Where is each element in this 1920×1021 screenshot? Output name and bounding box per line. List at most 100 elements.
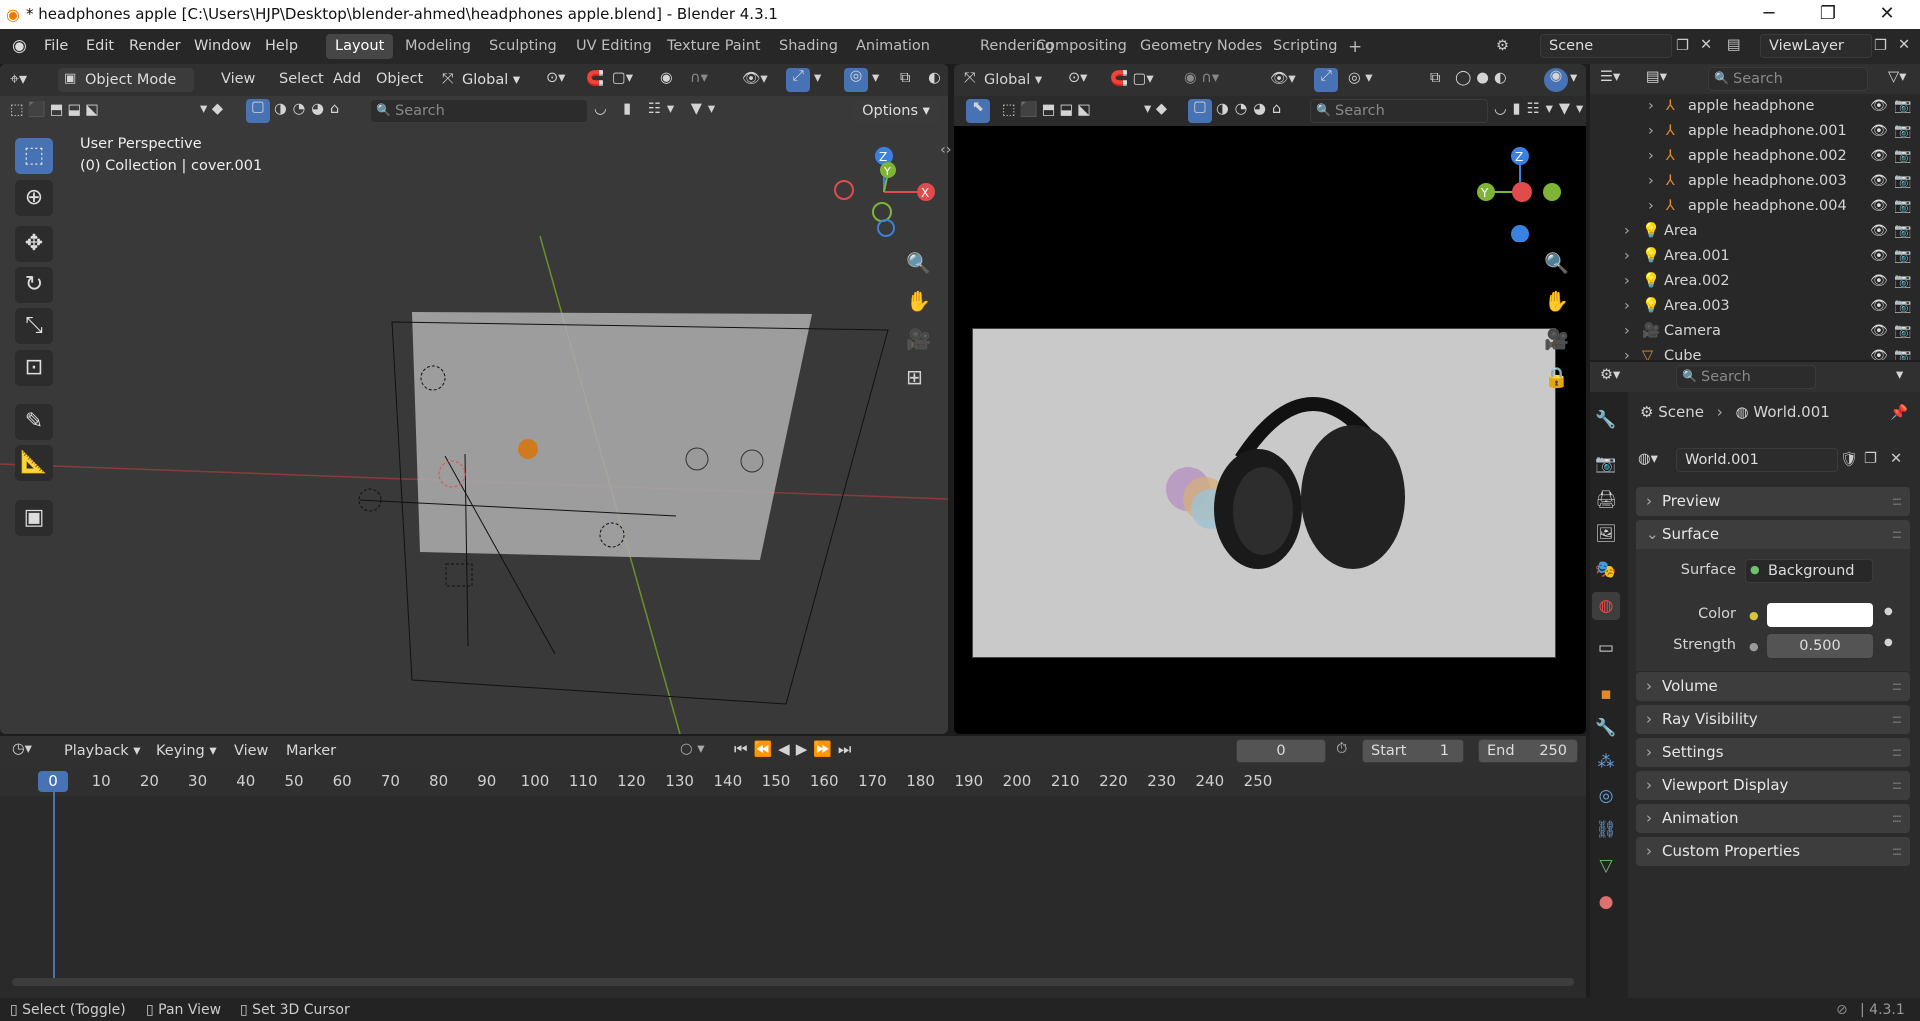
- measure-tool[interactable]: 📐: [15, 445, 53, 481]
- display-mode-icon[interactable]: ▤▾: [1646, 69, 1667, 85]
- shading-dropdown-right[interactable]: ▾: [1570, 70, 1577, 86]
- eye-icon[interactable]: 👁: [1870, 344, 1888, 360]
- keyframe-dot-icon-2[interactable]: ●: [1884, 637, 1893, 648]
- viewport-menu-add[interactable]: Add: [325, 67, 369, 92]
- keyframe-dot-icon[interactable]: ●: [1884, 606, 1893, 617]
- lock-camera-icon[interactable]: 🔒: [1544, 358, 1569, 396]
- render-camera-icon[interactable]: 📷: [1894, 219, 1911, 244]
- maximize-icon[interactable]: ❐: [1799, 0, 1857, 29]
- render-camera-icon[interactable]: 📷: [1894, 194, 1911, 219]
- selection-mode-icons-right[interactable]: ⬚⬛⬒⬓⬕: [1002, 101, 1095, 118]
- eye-icon[interactable]: 👁: [1870, 144, 1888, 169]
- output-properties-icon[interactable]: 🖨: [1592, 486, 1620, 514]
- current-frame-field[interactable]: 0: [1236, 739, 1326, 763]
- viewport-shading-icons[interactable]: ◑◔◕⌂: [274, 101, 345, 117]
- eye-icon[interactable]: 👁: [1870, 294, 1888, 319]
- outliner-row[interactable]: › ⅄ apple headphone.002 👁 📷: [1590, 144, 1920, 169]
- selection-mode-icons[interactable]: ⬚⬛⬒⬓⬕: [10, 101, 103, 118]
- menu-file[interactable]: File: [36, 34, 76, 59]
- playback-controls[interactable]: ⏮⏪◀▶⏩⏭: [734, 740, 857, 758]
- material-properties-icon[interactable]: ●: [1592, 888, 1620, 916]
- scene-properties-icon[interactable]: 🎭: [1592, 556, 1620, 584]
- delete-viewlayer-icon[interactable]: ✕: [1898, 37, 1910, 53]
- strength-field[interactable]: 0.500: [1767, 634, 1873, 658]
- add-workspace-button[interactable]: +: [1348, 37, 1362, 57]
- zoom-icon-right[interactable]: 🔍: [1544, 244, 1569, 282]
- select-tool-icon-right[interactable]: ⬉: [966, 99, 990, 123]
- overlay-toggle-icon[interactable]: ◎: [844, 68, 868, 92]
- viewport-right-search-input[interactable]: Search: [1310, 99, 1488, 123]
- viewport-left[interactable]: ⌖▾ Object Mode ▣ View Select Add Object …: [0, 64, 948, 734]
- pan-hand-icon[interactable]: ✋: [906, 282, 931, 320]
- blender-menu-icon[interactable]: ◉: [12, 36, 27, 56]
- navigation-gizmo[interactable]: Z X Y: [834, 142, 944, 242]
- delete-scene-icon[interactable]: ✕: [1700, 37, 1712, 53]
- outliner-row[interactable]: › ⅄ apple headphone 👁 📷: [1590, 94, 1920, 119]
- panel-ray-visibility[interactable]: › Ray Visibility::::: [1636, 705, 1910, 734]
- overlay-icon-right[interactable]: ◎ ▾: [1348, 70, 1373, 86]
- start-frame-field[interactable]: Start 1: [1362, 739, 1464, 763]
- orientation-selector-right[interactable]: Global ▾: [984, 68, 1056, 92]
- pivot-point-icon[interactable]: ⊙▾: [546, 70, 565, 86]
- properties-editor-icon[interactable]: ⚙▾: [1600, 367, 1620, 383]
- editor-type-icon[interactable]: ⌖▾: [10, 69, 27, 89]
- new-scene-icon[interactable]: ❐: [1676, 38, 1689, 54]
- outliner-row[interactable]: › ⅄ apple headphone.001 👁 📷: [1590, 119, 1920, 144]
- outliner-row[interactable]: › 💡 Area.002 👁 📷: [1590, 269, 1920, 294]
- render-camera-icon[interactable]: 📷: [1894, 294, 1911, 319]
- outliner-row[interactable]: › ⅄ apple headphone.004 👁 📷: [1590, 194, 1920, 219]
- falloff-icon[interactable]: ∩▾: [690, 70, 708, 86]
- fake-user-icon[interactable]: 🛡: [1840, 451, 1858, 468]
- panel-custom-properties[interactable]: › Custom Properties::::: [1636, 837, 1910, 866]
- timeline-menu-playback[interactable]: Playback ▾: [56, 739, 149, 764]
- eye-icon[interactable]: 👁: [1870, 194, 1888, 219]
- timeline-scrollbar[interactable]: [12, 978, 1574, 986]
- close-icon[interactable]: ✕: [1858, 0, 1916, 29]
- tab-animation[interactable]: Animation: [847, 34, 939, 59]
- annotate-tool[interactable]: ✎: [15, 404, 53, 440]
- render-camera-icon[interactable]: 📷: [1894, 144, 1911, 169]
- expand-chevron-icon[interactable]: ›: [1648, 194, 1654, 219]
- filter-icons-right[interactable]: ◡▮☷▾▼▾: [1494, 101, 1586, 117]
- color-swatch[interactable]: [1767, 603, 1873, 627]
- add-cube-tool[interactable]: ▣: [15, 500, 53, 536]
- gizmo-toggle-icon[interactable]: ⤢: [786, 68, 810, 92]
- modifier-properties-icon[interactable]: 🔧: [1592, 714, 1620, 742]
- outliner-editor-icon[interactable]: ☰▾: [1600, 69, 1620, 85]
- end-frame-field[interactable]: End 250: [1478, 739, 1578, 763]
- collection-properties-icon[interactable]: ▭: [1592, 634, 1620, 662]
- outliner-row[interactable]: › ▽ Cube 👁 📷: [1590, 344, 1920, 360]
- expand-chevron-icon[interactable]: ›: [1648, 94, 1654, 119]
- snap-target-icon[interactable]: ▢▾: [612, 70, 633, 86]
- tab-shading[interactable]: Shading: [770, 34, 847, 59]
- viewport-search-input[interactable]: Search: [370, 99, 588, 123]
- world-browse-icon[interactable]: ◍▾: [1638, 451, 1658, 467]
- expand-chevron-icon[interactable]: ›: [1648, 144, 1654, 169]
- tab-layout[interactable]: Layout: [326, 34, 394, 59]
- expand-chevron-icon[interactable]: ›: [1624, 319, 1630, 344]
- panel-surface[interactable]: ⌄ Surface::::: [1636, 520, 1910, 549]
- xray-icon[interactable]: ⧉: [900, 70, 910, 86]
- view-layer-properties-icon[interactable]: 🖼: [1592, 520, 1620, 548]
- navigation-gizmo-right[interactable]: Z Y: [1474, 142, 1584, 242]
- viewlayer-selector[interactable]: ViewLayer: [1760, 34, 1872, 58]
- zoom-icon[interactable]: 🔍: [906, 244, 931, 282]
- overlay-dropdown-icon[interactable]: ▾: [872, 70, 879, 86]
- expand-chevron-icon[interactable]: ›: [1624, 294, 1630, 319]
- pan-hand-icon-right[interactable]: ✋: [1544, 282, 1569, 320]
- properties-options-icon[interactable]: ▾: [1896, 367, 1903, 383]
- menu-help[interactable]: Help: [257, 34, 306, 59]
- visibility-icon[interactable]: 👁▾: [742, 70, 768, 87]
- gizmo-toggle-icon-right[interactable]: ⤢: [1314, 68, 1338, 92]
- transform-orientation-selector[interactable]: Global ▾: [462, 68, 534, 92]
- eye-icon[interactable]: 👁: [1870, 169, 1888, 194]
- select-box-tool[interactable]: ⬚: [15, 138, 53, 174]
- particles-properties-icon[interactable]: ⁂: [1592, 748, 1620, 776]
- panel-animation[interactable]: › Animation::::: [1636, 804, 1910, 833]
- expand-chevron-icon[interactable]: ›: [1624, 244, 1630, 269]
- cursor-tool[interactable]: ⊕: [15, 180, 53, 216]
- eye-icon[interactable]: 👁: [1870, 269, 1888, 294]
- filter-icons[interactable]: ◡ ▮ ☷▾ ▼▾: [594, 101, 721, 117]
- render-properties-icon[interactable]: 📷: [1592, 450, 1620, 478]
- render-camera-icon[interactable]: 📷: [1894, 319, 1911, 344]
